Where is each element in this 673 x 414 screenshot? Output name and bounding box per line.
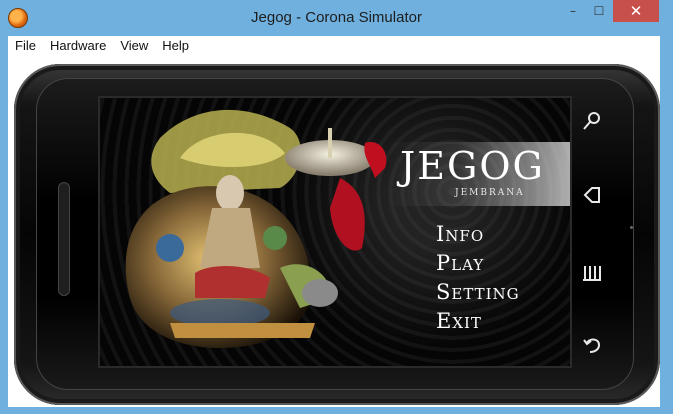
menu-view[interactable]: View xyxy=(113,36,155,56)
simulator-window: Jegog - Corona Simulator – ☐ ✕ File Hard… xyxy=(0,0,673,414)
menu-hardware-button[interactable] xyxy=(579,260,605,286)
menu-setting-button[interactable]: Setting xyxy=(436,278,520,307)
search-icon xyxy=(583,112,600,130)
simulator-client-area: JEGOG JEMBRANA Info Play Setting Exit xyxy=(8,56,660,407)
menu-icon xyxy=(583,266,601,281)
game-logo-title: JEGOG xyxy=(400,144,545,188)
close-button[interactable]: ✕ xyxy=(613,0,659,22)
title-bar[interactable]: Jegog - Corona Simulator – ☐ ✕ xyxy=(0,0,673,36)
maximize-button[interactable]: ☐ xyxy=(586,0,612,22)
main-menu: Info Play Setting Exit xyxy=(436,220,520,336)
device-sensor-dot xyxy=(630,226,633,229)
menu-bar: File Hardware View Help xyxy=(8,36,660,56)
menu-file[interactable]: File xyxy=(8,36,43,56)
home-icon xyxy=(583,187,600,203)
device-skin: JEGOG JEMBRANA Info Play Setting Exit xyxy=(14,64,660,405)
search-hardware-button[interactable] xyxy=(579,108,605,134)
menu-exit-button[interactable]: Exit xyxy=(436,307,520,336)
game-logo-subtitle: JEMBRANA xyxy=(455,188,525,198)
back-hardware-button[interactable] xyxy=(579,332,605,358)
device-side-slot xyxy=(58,182,70,296)
minimize-button[interactable]: – xyxy=(560,0,586,22)
device-screen[interactable]: JEGOG JEMBRANA Info Play Setting Exit xyxy=(100,98,570,366)
balinese-statue-image xyxy=(125,109,387,348)
back-icon xyxy=(583,338,601,353)
home-hardware-button[interactable] xyxy=(579,182,605,208)
menu-play-button[interactable]: Play xyxy=(436,249,520,278)
menu-hardware[interactable]: Hardware xyxy=(43,36,113,56)
menu-help[interactable]: Help xyxy=(155,36,196,56)
menu-info-button[interactable]: Info xyxy=(436,220,520,249)
